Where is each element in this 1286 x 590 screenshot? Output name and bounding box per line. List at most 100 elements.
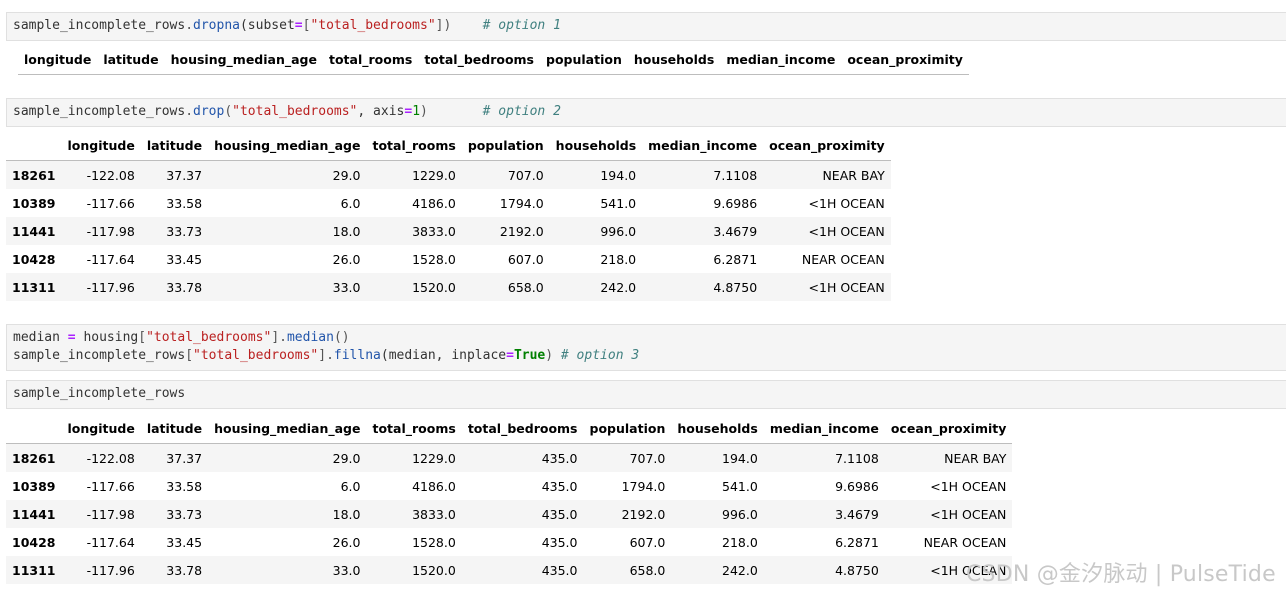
code-line: sample_incomplete_rows.drop("total_bedro… (13, 103, 1280, 121)
code-token: drop (193, 104, 225, 119)
code-token: = (67, 330, 76, 345)
code-token: ) (420, 104, 428, 119)
code-token: sample_incomplete_rows (13, 104, 186, 119)
table-cell: -117.64 (86, 251, 135, 267)
table-cell: -117.98 (86, 223, 135, 239)
table-cell: 1520.0 (412, 279, 456, 295)
table-cell: NEAR OCEAN (923, 534, 1007, 550)
code-line: sample_incomplete_rows.dropna(subset=["t… (13, 17, 1280, 35)
column-header-total-rooms: total_rooms (366, 130, 462, 161)
table-cell: NEAR BAY (822, 167, 885, 183)
code-token: ]. (271, 330, 287, 345)
code-token: [ (185, 348, 194, 363)
table-cell: 33.0 (332, 562, 361, 578)
row-index: 11441 (12, 223, 56, 239)
code-cell-dropna[interactable]: sample_incomplete_rows.dropna(subset=["t… (6, 12, 1286, 41)
table-cell: 707.0 (507, 167, 544, 183)
table-cell: 2192.0 (621, 506, 666, 522)
table-cell: 33.58 (166, 195, 203, 211)
table-row: 11311 -117.96 33.78 33.0 1520.0 435.0 658.0 242… (6, 556, 1013, 584)
table-cell: NEAR OCEAN (801, 251, 885, 267)
code-token: = (404, 104, 413, 119)
table-cell: -117.64 (86, 534, 135, 550)
code-cell-fillna[interactable]: median = housing["total_bedrooms"].media… (6, 324, 1286, 371)
table-cell: 3833.0 (412, 506, 456, 522)
code-token: dropna (193, 18, 240, 33)
table-cell: 9.6986 (835, 478, 879, 494)
row-index: 10389 (12, 195, 56, 211)
table-cell: 6.2871 (835, 534, 879, 550)
code-token: , axis (357, 104, 405, 119)
code-token: [ (138, 330, 147, 345)
table-cell: 541.0 (722, 478, 758, 494)
code-token: ( (224, 104, 233, 119)
column-header-population: population (583, 413, 672, 444)
table-cell: 6.0 (340, 195, 361, 211)
code-token: # option 2 (482, 104, 561, 119)
table-cell: NEAR BAY (944, 450, 1007, 466)
table-cell: 26.0 (332, 534, 361, 550)
table-cell: 541.0 (600, 195, 637, 211)
code-cell-show-rows[interactable]: sample_incomplete_rows (6, 380, 1286, 409)
dataframe-output-drop: longitude latitude housing_median_age total… (6, 130, 891, 301)
table-cell: 33.73 (166, 506, 203, 522)
column-header-households: households (627, 44, 721, 75)
row-index: 10428 (12, 534, 56, 550)
code-token: ) (545, 348, 561, 363)
table-cell: -117.66 (86, 478, 135, 494)
row-index: 11441 (12, 506, 56, 522)
table-cell: 37.37 (166, 167, 203, 183)
column-header-median-income: median_income (720, 44, 842, 75)
table-cell: 242.0 (600, 279, 637, 295)
row-index: 18261 (12, 167, 56, 183)
code-token: () (333, 330, 350, 345)
table-cell: -117.96 (86, 279, 135, 295)
table-cell: 194.0 (722, 450, 758, 466)
table-cell: 218.0 (600, 251, 637, 267)
code-line: median = housing["total_bedrooms"].media… (13, 329, 1280, 347)
code-cell-drop[interactable]: sample_incomplete_rows.drop("total_bedro… (6, 98, 1286, 127)
table-cell: 18.0 (332, 223, 361, 239)
code-token: fillna (333, 348, 381, 363)
table-cell: 9.6986 (713, 195, 758, 211)
table-cell: <1H OCEAN (930, 506, 1007, 522)
table-cell: 435.0 (541, 450, 578, 466)
table-cell: 7.1108 (835, 450, 879, 466)
column-header-longitude: longitude (18, 44, 98, 75)
column-header-median-income: median_income (642, 130, 764, 161)
table-cell: 435.0 (541, 562, 578, 578)
table-cell: 1794.0 (499, 195, 544, 211)
column-header-housing-median-age: housing_median_age (208, 130, 367, 161)
table-cell: 607.0 (629, 534, 666, 550)
code-token: ]) (435, 18, 452, 33)
code-token: (median, inplace (380, 348, 507, 363)
table-row: 11441 -117.98 33.73 18.0 3833.0 435.0 2192.0 99… (6, 500, 1013, 528)
column-header-longitude: longitude (61, 413, 141, 444)
table-cell: 996.0 (600, 223, 637, 239)
table-cell: 33.0 (332, 279, 361, 295)
row-index: 10428 (12, 251, 56, 267)
code-token: = (294, 18, 303, 33)
column-header-housing-median-age: housing_median_age (164, 44, 323, 75)
table-cell: 707.0 (629, 450, 666, 466)
code-token: sample_incomplete_rows (13, 18, 186, 33)
column-header-latitude: latitude (140, 130, 209, 161)
table-cell: 29.0 (332, 167, 361, 183)
table-row: 10428 -117.64 33.45 26.0 1528.0 607.0 218.0 6.2… (6, 245, 891, 273)
code-token: . (185, 104, 194, 119)
table-cell: 6.2871 (713, 251, 758, 267)
table-cell: 435.0 (541, 534, 578, 550)
code-token: "total_bedrooms" (193, 348, 319, 363)
index-header (6, 130, 62, 161)
table-cell: 29.0 (332, 450, 361, 466)
column-header-total-bedrooms: total_bedrooms (461, 413, 584, 444)
table-cell: -117.98 (86, 506, 135, 522)
table-cell: 218.0 (722, 534, 758, 550)
code-token: "total_bedrooms" (232, 104, 358, 119)
code-token: sample_incomplete_rows (13, 386, 186, 401)
code-token: # option 3 (560, 348, 640, 363)
table-cell: -122.08 (86, 450, 135, 466)
column-header-longitude: longitude (61, 130, 141, 161)
table-cell: 18.0 (332, 506, 361, 522)
